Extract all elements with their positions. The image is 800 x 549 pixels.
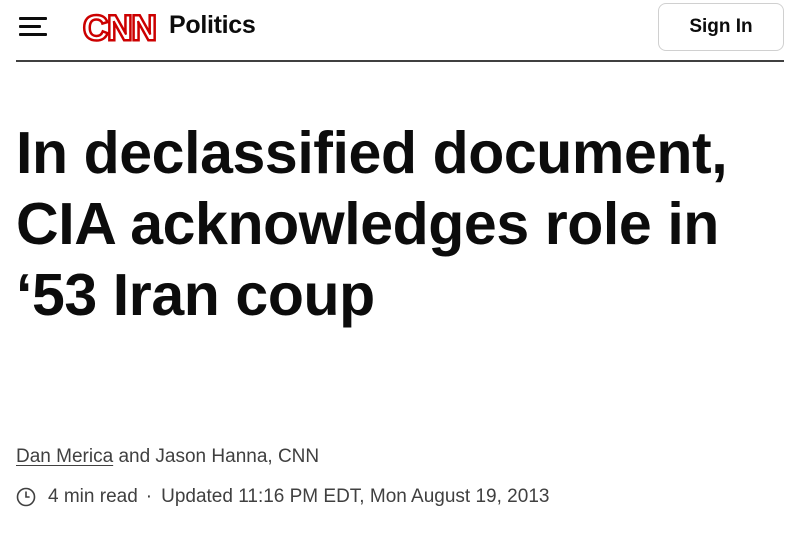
site-header: CNN CNN Politics Sign In [16, 0, 784, 62]
sign-in-button[interactable]: Sign In [658, 3, 784, 51]
meta-separator: · [145, 486, 153, 507]
author-link-dan-merica[interactable]: Dan Merica [16, 446, 113, 467]
clock-icon [16, 487, 36, 507]
article-headline: In declassified document, CIA acknowledg… [16, 120, 728, 328]
cnn-logo-outline: CNN [83, 9, 156, 46]
article-meta: 4 min read · Updated 11:16 PM EDT, Mon A… [16, 485, 549, 509]
updated-timestamp: Updated 11:16 PM EDT, Mon August 19, 201… [161, 486, 550, 507]
byline: Dan Merica and Jason Hanna, CNN [16, 446, 319, 468]
hamburger-menu-icon[interactable] [19, 15, 47, 37]
byline-joiner: and [118, 446, 151, 467]
read-time: 4 min read [48, 486, 138, 507]
cnn-logo[interactable]: CNN CNN [82, 8, 162, 46]
author-jason-hanna: Jason Hanna, CNN [155, 446, 320, 467]
section-label[interactable]: Politics [169, 11, 256, 40]
